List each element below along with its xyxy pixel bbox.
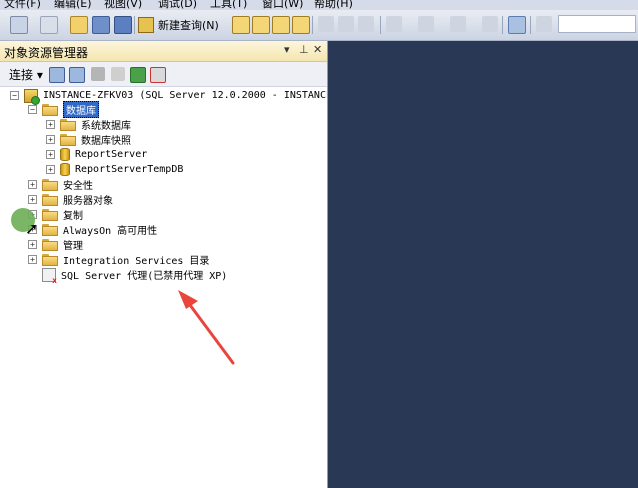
db-query-icon[interactable] [232,16,250,34]
cut-icon[interactable] [318,16,334,32]
undo-icon[interactable] [386,16,402,32]
xmla-query-icon[interactable] [292,16,310,34]
execute-icon[interactable] [536,16,552,32]
activity-monitor-icon[interactable] [508,16,526,34]
analysis-query-icon[interactable] [252,16,270,34]
window-icon[interactable] [482,16,498,32]
menu-debug[interactable]: 调试(D) [158,0,197,10]
menu-edit[interactable]: 编辑(E) [54,0,92,10]
solution-config-combo[interactable] [558,15,636,33]
new-project-icon[interactable] [10,16,28,34]
copy-icon[interactable] [338,16,354,32]
add-item-icon[interactable] [40,16,58,34]
save-icon[interactable] [92,16,110,34]
object-explorer-panel: 对象资源管理器 ▾ ⊥ ✕ 连接 ▾ − INSTANCE-ZFKV03 (SQ… [0,41,328,488]
redo-icon[interactable] [418,16,434,32]
menu-view[interactable]: 视图(V) [104,0,142,10]
open-file-icon[interactable] [70,16,88,34]
new-query-button[interactable]: 新建查询(N) [138,16,219,34]
new-query-icon [138,17,154,33]
menu-help[interactable]: 帮助(H) [314,0,353,10]
save-all-icon[interactable] [114,16,132,34]
menu-bar: 文件(F) 编辑(E) 视图(V) 调试(D) 工具(T) 窗口(W) 帮助(H… [0,0,638,10]
menu-window[interactable]: 窗口(W) [262,0,303,10]
main-toolbar: 新建查询(N) [0,10,638,41]
new-query-label: 新建查询(N) [158,19,219,32]
annotation-arrow [178,290,235,365]
menu-file[interactable]: 文件(F) [4,0,41,10]
navigate-icon[interactable] [450,16,466,32]
mdx-query-icon[interactable] [272,16,290,34]
menu-tools[interactable]: 工具(T) [210,0,247,10]
paste-icon[interactable] [358,16,374,32]
